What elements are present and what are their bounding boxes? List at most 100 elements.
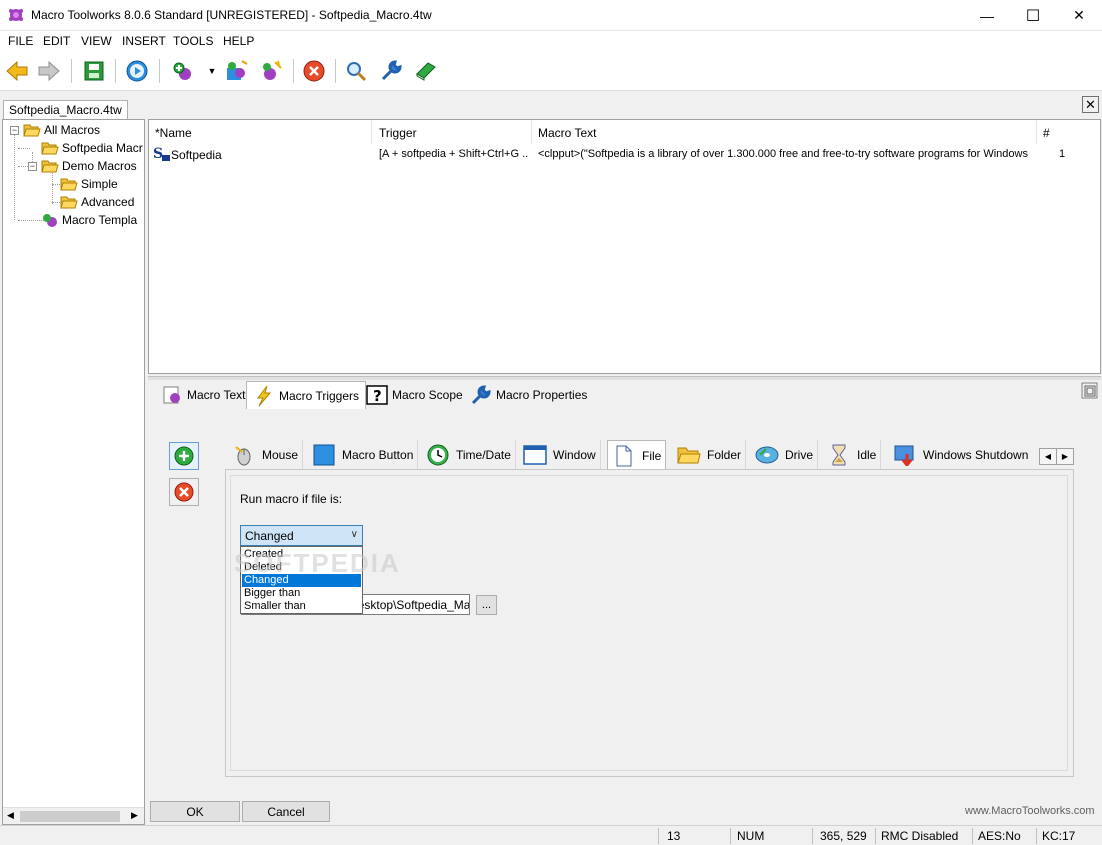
save-icon: [84, 61, 104, 81]
tree-item-softpedia-macro[interactable]: Softpedia Macr: [41, 139, 143, 157]
settings-wrench-icon: [381, 60, 402, 81]
tab-mouse[interactable]: Mouse: [228, 440, 304, 470]
column-header-trigger[interactable]: Trigger: [373, 120, 532, 144]
tab-idle[interactable]: Idle: [823, 440, 882, 470]
cell-name: Softpedia: [171, 148, 222, 162]
tab-time-date[interactable]: Time/Date: [422, 440, 516, 470]
tab-macro-button[interactable]: Macro Button: [308, 440, 419, 470]
tree-item-simple[interactable]: Simple: [60, 175, 118, 193]
scroll-left-icon[interactable]: ◀: [7, 810, 14, 821]
tabs-scroll-left-button[interactable]: ◀: [1039, 448, 1057, 465]
play-button[interactable]: [123, 57, 151, 85]
file-icon: [616, 445, 632, 467]
remove-trigger-button[interactable]: [169, 478, 199, 506]
folder-open-icon: [60, 178, 78, 191]
maximize-button[interactable]: ☐: [1010, 0, 1056, 31]
add-macro-dropdown[interactable]: ▼: [203, 57, 221, 85]
cell-macro-text: <clpput>("Softpedia is a library of over…: [538, 148, 1028, 160]
status-coords: 365, 529: [820, 829, 867, 843]
tab-macro-scope[interactable]: ? Macro Scope: [359, 381, 470, 409]
cancel-button[interactable]: Cancel: [242, 801, 330, 822]
table-row[interactable]: S Softpedia [A + softpedia + Shift+Ctrl+…: [151, 145, 1099, 163]
chevron-left-icon: ◀: [1044, 452, 1052, 461]
record-macro-button[interactable]: [223, 57, 251, 85]
hourglass-icon: [832, 444, 846, 466]
tree-item-macro-templates[interactable]: Macro Templa: [41, 211, 137, 229]
macro-detail-tabs: Macro Text Macro Triggers ? Macro Scope …: [150, 381, 1100, 409]
selected-value: Changed: [245, 529, 294, 543]
menu-file[interactable]: FILE: [8, 34, 33, 48]
option-smaller-than[interactable]: Smaller than: [242, 600, 361, 613]
search-icon: [347, 62, 367, 82]
website-link[interactable]: www.MacroToolworks.com: [965, 805, 1095, 817]
tree-item-demo-macros[interactable]: Demo Macros: [41, 157, 137, 175]
tree-item-label: Macro Templa: [62, 213, 138, 227]
tab-label: Folder: [707, 448, 742, 462]
tree-horizontal-scrollbar[interactable]: ◀ ▶: [3, 807, 144, 824]
folder-open-icon: [60, 196, 78, 209]
pane-splitter[interactable]: [148, 376, 1101, 380]
forward-button[interactable]: [35, 57, 63, 85]
toolbar-separator: [293, 59, 294, 83]
file-trigger-panel: [230, 475, 1068, 771]
close-icon: ✕: [1085, 96, 1096, 112]
file-condition-select[interactable]: Changed ∨: [240, 525, 363, 546]
tab-macro-text[interactable]: Macro Text: [154, 381, 252, 409]
close-icon: ✕: [1073, 7, 1085, 23]
macro-template-icon: [43, 214, 57, 227]
minimize-button[interactable]: —: [964, 0, 1010, 31]
column-header-name[interactable]: *Name: [149, 120, 372, 144]
tree-item-all-macros[interactable]: All Macros: [23, 121, 100, 139]
chevron-right-icon: ▶: [1061, 452, 1069, 461]
tab-macro-triggers[interactable]: Macro Triggers: [246, 381, 367, 409]
tree-item-advanced[interactable]: Advanced: [60, 193, 134, 211]
add-macro-button[interactable]: [170, 57, 198, 85]
tab-window[interactable]: Window: [519, 440, 601, 470]
tab-drive[interactable]: Drive: [751, 440, 819, 470]
settings-button[interactable]: [377, 57, 405, 85]
browse-button[interactable]: ...: [476, 595, 497, 615]
toolbar-separator: [159, 59, 160, 83]
status-rmc: RMC Disabled: [881, 829, 959, 843]
tab-folder[interactable]: Folder: [673, 440, 747, 470]
back-arrow-icon: [6, 60, 28, 82]
status-num: NUM: [737, 829, 765, 843]
close-document-button[interactable]: ✕: [1082, 96, 1099, 113]
maximize-icon: ☐: [1025, 7, 1041, 25]
find-button[interactable]: [342, 57, 370, 85]
tab-macro-properties[interactable]: Macro Properties: [463, 381, 594, 409]
title-bar: Macro Toolworks 8.0.6 Standard [UNREGIST…: [0, 0, 1102, 31]
collapse-demo-macros[interactable]: −: [28, 162, 37, 171]
ok-button[interactable]: OK: [150, 801, 240, 822]
save-button[interactable]: [80, 57, 108, 85]
back-button[interactable]: [3, 57, 31, 85]
scroll-right-icon[interactable]: ▶: [131, 810, 138, 821]
restore-pane-icon[interactable]: [1081, 382, 1098, 399]
collapse-all-macros[interactable]: −: [10, 126, 19, 135]
tab-file[interactable]: File: [607, 440, 667, 471]
tab-label: Macro Triggers: [279, 388, 360, 403]
tab-label: Macro Button: [342, 448, 414, 462]
column-header-macro-text[interactable]: Macro Text: [532, 120, 1037, 144]
tab-windows-shutdown[interactable]: Windows Shutdown: [889, 440, 1032, 470]
tabs-scroll-right-button[interactable]: ▶: [1056, 448, 1074, 465]
help-button[interactable]: [412, 57, 440, 85]
scrollbar-thumb[interactable]: [20, 811, 120, 822]
app-logo-icon: [9, 9, 23, 21]
menu-edit[interactable]: EDIT: [43, 34, 70, 48]
macro-wizard-button[interactable]: [257, 57, 285, 85]
menu-help[interactable]: HELP: [223, 34, 254, 48]
run-condition-label: Run macro if file is:: [240, 492, 343, 506]
menu-insert[interactable]: INSERT: [122, 34, 166, 48]
macro-wizard-icon: [263, 60, 282, 80]
close-window-button[interactable]: ✕: [1056, 0, 1102, 31]
add-trigger-button[interactable]: [169, 442, 199, 470]
document-tab[interactable]: Softpedia_Macro.4tw: [3, 100, 128, 120]
status-bar: 13 NUM 365, 529 RMC Disabled AES:No KC:1…: [0, 825, 1102, 845]
option-bigger-than[interactable]: Bigger than: [242, 587, 361, 600]
column-header-count[interactable]: #: [1037, 120, 1101, 144]
macro-button-icon: [313, 444, 335, 466]
menu-tools[interactable]: TOOLS: [173, 34, 213, 48]
delete-button[interactable]: [300, 57, 328, 85]
menu-view[interactable]: VIEW: [81, 34, 112, 48]
